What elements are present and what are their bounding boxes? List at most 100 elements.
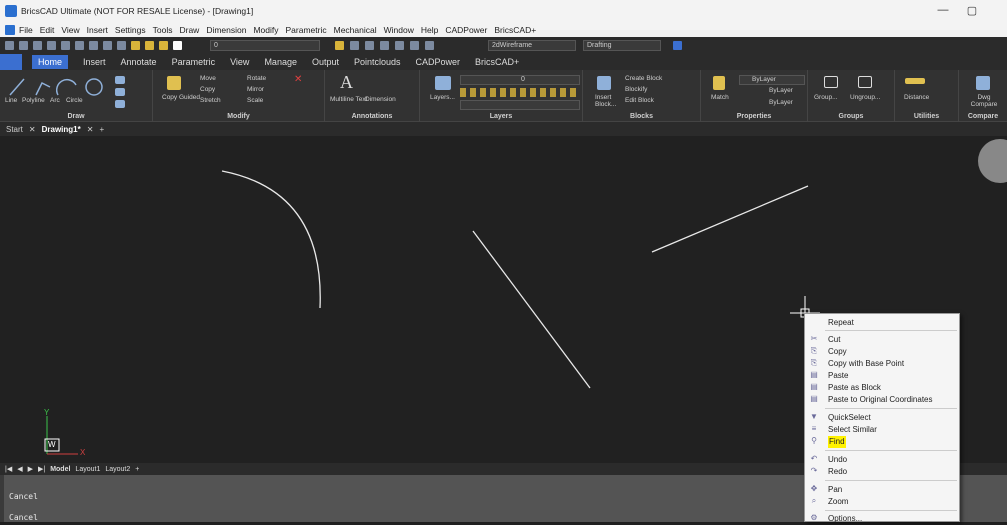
visual-style-combo[interactable]: 2dWireframe — [488, 40, 576, 51]
save-as-icon[interactable] — [47, 41, 56, 50]
ungroup-icon[interactable] — [858, 76, 872, 88]
mirror-button[interactable]: Mirror — [247, 86, 264, 93]
plot-icon[interactable] — [89, 41, 98, 50]
move-button[interactable]: Move — [200, 75, 216, 82]
menu-item-zoom[interactable]: ⌕ Zoom — [805, 496, 961, 508]
menu-insert[interactable]: Insert — [87, 25, 108, 35]
menu-item-copy[interactable]: ⎘ Copy — [805, 346, 961, 358]
layer-combo[interactable]: 0 — [210, 40, 320, 51]
copy-button[interactable]: Copy — [200, 86, 215, 93]
distance-icon[interactable] — [905, 78, 925, 84]
measure-icon[interactable] — [350, 41, 359, 50]
copy-guided-icon[interactable] — [167, 76, 181, 90]
layer-tools-icons[interactable] — [460, 88, 580, 97]
menu-item-redo[interactable]: ↷ Redo — [805, 466, 961, 478]
next-layout-icon[interactable]: ▶ — [28, 465, 33, 473]
menu-file[interactable]: File — [19, 25, 33, 35]
document-menu-icon[interactable] — [5, 24, 15, 35]
command-line-grip[interactable] — [0, 475, 4, 522]
polyline-button[interactable]: Polyline — [22, 97, 45, 104]
group-icon[interactable] — [824, 76, 838, 88]
tab-model[interactable]: Model — [50, 466, 70, 473]
redo-icon[interactable] — [117, 41, 126, 50]
menu-item-cut[interactable]: ✂ Cut — [805, 334, 961, 346]
tab-layout2[interactable]: Layout2 — [105, 466, 130, 473]
line-button[interactable]: Line — [5, 97, 17, 104]
print-icon[interactable] — [61, 41, 70, 50]
copy-guided-button[interactable]: Copy Guided — [162, 94, 200, 101]
tab-cadpower[interactable]: CADPower — [416, 57, 461, 67]
tab-manage[interactable]: Manage — [264, 57, 297, 67]
menu-item-paste-as-block[interactable]: ▤ Paste as Block — [805, 382, 961, 394]
last-layout-icon[interactable]: ▶| — [38, 465, 45, 473]
workspace-combo[interactable]: Drafting — [583, 40, 661, 51]
distance-button[interactable]: Distance — [904, 94, 929, 101]
grid-icon[interactable] — [380, 41, 389, 50]
menu-view[interactable]: View — [61, 25, 79, 35]
menu-item-repeat[interactable]: Repeat — [805, 317, 961, 329]
ungroup-button[interactable]: Ungroup... — [850, 94, 880, 101]
blockify-button[interactable]: Blockify — [625, 86, 647, 93]
insert-block-icon[interactable] — [597, 76, 611, 90]
layer-filter-dropdown[interactable] — [460, 100, 580, 110]
menu-edit[interactable]: Edit — [40, 25, 55, 35]
new-tab-icon[interactable]: + — [99, 125, 104, 134]
menu-item-find[interactable]: ⚲ Find — [805, 436, 961, 448]
menu-draw[interactable]: Draw — [179, 25, 199, 35]
sun-icon[interactable] — [335, 41, 344, 50]
menu-item-quickselect[interactable]: ▼ QuickSelect — [805, 412, 961, 424]
application-menu-button[interactable] — [0, 54, 22, 70]
minimize-button[interactable]: — — [933, 4, 953, 16]
menu-item-select-similar[interactable]: ≡ Select Similar — [805, 424, 961, 436]
dwg-compare-icon[interactable] — [976, 76, 990, 90]
polar-icon[interactable] — [410, 41, 419, 50]
prev-layout-icon[interactable]: ◀ — [17, 465, 22, 473]
tab-output[interactable]: Output — [312, 57, 339, 67]
menu-dimension[interactable]: Dimension — [206, 25, 246, 35]
polygon-icon[interactable] — [115, 100, 125, 108]
menu-item-pan[interactable]: ✥ Pan — [805, 484, 961, 496]
menu-tools[interactable]: Tools — [153, 25, 173, 35]
group-button[interactable]: Group... — [814, 94, 837, 101]
tab-home[interactable]: Home — [32, 55, 69, 69]
new-icon[interactable] — [5, 41, 14, 50]
match-button[interactable]: Match — [711, 94, 729, 101]
layer-color-icon[interactable] — [173, 41, 182, 50]
hatch-icon[interactable] — [115, 88, 125, 96]
layer-dropdown[interactable]: 0 — [460, 75, 580, 85]
menu-cadpower[interactable]: CADPower — [445, 25, 487, 35]
tab-view[interactable]: View — [230, 57, 249, 67]
edit-block-button[interactable]: Edit Block — [625, 97, 654, 104]
close-start-tab-icon[interactable]: ✕ — [29, 125, 36, 134]
layers-icon[interactable] — [435, 76, 451, 90]
save-icon[interactable] — [33, 41, 42, 50]
create-block-button[interactable]: Create Block — [625, 75, 662, 82]
menu-bricscad-plus[interactable]: BricsCAD+ — [494, 25, 536, 35]
snap-icon[interactable] — [365, 41, 374, 50]
dimension-button[interactable]: Dimension — [365, 96, 396, 103]
render-icon[interactable] — [425, 41, 434, 50]
menu-item-copy-with-base-point[interactable]: ⎘ Copy with Base Point — [805, 358, 961, 370]
menu-parametric[interactable]: Parametric — [286, 25, 327, 35]
tab-annotate[interactable]: Annotate — [121, 57, 157, 67]
layers-button[interactable]: Layers... — [430, 94, 455, 101]
add-layout-icon[interactable]: + — [135, 466, 139, 473]
linetype-dropdown[interactable]: ByLayer — [739, 87, 805, 97]
ortho-icon[interactable] — [395, 41, 404, 50]
first-layout-icon[interactable]: |◀ — [5, 465, 12, 473]
tab-drawing1[interactable]: Drawing1* — [42, 125, 81, 134]
restore-button[interactable]: ▢ — [962, 4, 982, 17]
close-drawing1-tab-icon[interactable]: ✕ — [87, 125, 94, 134]
stretch-button[interactable]: Stretch — [200, 97, 221, 104]
menu-mechanical[interactable]: Mechanical — [334, 25, 377, 35]
color-dropdown[interactable]: ByLayer — [739, 75, 805, 85]
tab-pointclouds[interactable]: Pointclouds — [354, 57, 401, 67]
tab-layout1[interactable]: Layout1 — [75, 466, 100, 473]
help-icon[interactable] — [673, 41, 682, 50]
tab-insert[interactable]: Insert — [83, 57, 106, 67]
arc-button[interactable]: Arc — [50, 97, 60, 104]
tab-start[interactable]: Start — [6, 125, 23, 134]
bricscad-app-icon[interactable] — [5, 5, 17, 17]
tab-bricscad-plus[interactable]: BricsCAD+ — [475, 57, 519, 67]
text-icon[interactable]: A — [340, 72, 353, 93]
